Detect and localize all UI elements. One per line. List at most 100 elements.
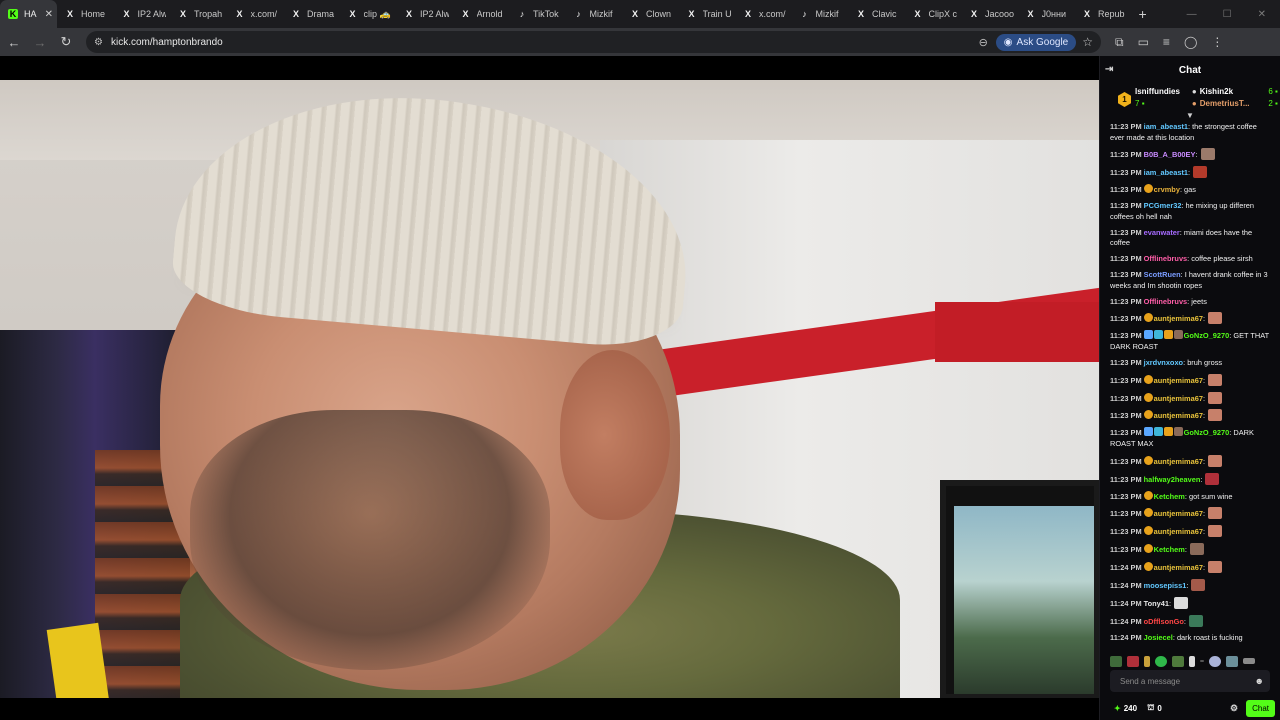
address-bar[interactable]: ⚙ kick.com/hamptonbrando ⊖ ◉ Ask Google ☆ <box>86 31 1101 53</box>
menu-icon[interactable]: ⋮ <box>1211 35 1223 50</box>
browser-tab[interactable]: X Repub <box>1074 0 1131 28</box>
forward-icon[interactable]: → <box>28 35 52 50</box>
browser-tab[interactable]: X Tropah <box>170 0 227 28</box>
close-window-icon[interactable]: ✕ <box>1258 9 1266 20</box>
browser-tab[interactable]: X Arnold <box>453 0 510 28</box>
browser-tab[interactable]: X IP2 Alw <box>396 0 453 28</box>
emote-icon[interactable] <box>1172 655 1184 667</box>
message-username[interactable]: ScottRuen <box>1144 270 1181 279</box>
message-username[interactable]: GoNzO_9270 <box>1184 428 1230 437</box>
emote-image-icon[interactable] <box>1208 312 1223 325</box>
emote-image-icon[interactable] <box>1208 507 1223 520</box>
browser-tab[interactable]: Xx.com/ <box>735 0 792 28</box>
pinned-expand-icon[interactable]: ▼ <box>1186 111 1194 120</box>
emote-icon[interactable] <box>1243 658 1255 664</box>
minimize-icon[interactable]: — <box>1187 9 1197 20</box>
message-username[interactable]: PCGmer32 <box>1144 201 1182 210</box>
browser-tab[interactable]: K HA ✕ <box>0 0 57 28</box>
emote-icon[interactable] <box>1189 655 1195 667</box>
message-username[interactable]: Ketchem <box>1154 545 1185 554</box>
message-username[interactable]: crvmby <box>1154 185 1180 194</box>
emote-image-icon[interactable] <box>1193 166 1208 179</box>
close-tab-icon[interactable]: ✕ <box>41 9 53 20</box>
browser-tab[interactable]: X Train U <box>679 0 736 28</box>
emote-icon[interactable] <box>1110 655 1122 667</box>
media-controls-icon[interactable]: ≡ <box>1163 35 1170 50</box>
message-username[interactable]: auntjemima67 <box>1154 314 1203 323</box>
video-player[interactable] <box>0 56 1099 720</box>
back-icon[interactable]: ← <box>2 35 26 50</box>
emote-image-icon[interactable] <box>1174 596 1189 609</box>
message-username[interactable]: iam_abeast1 <box>1144 168 1188 177</box>
leaderboard-first[interactable]: 1 lsniffundies 7 ▪ <box>1118 86 1180 118</box>
emote-icon[interactable] <box>1144 655 1150 667</box>
emote-icon[interactable] <box>1209 655 1221 667</box>
message-username[interactable]: evanwater <box>1144 228 1180 237</box>
leaderboard-row[interactable]: ● Kishin2k 6 ▪ <box>1192 86 1278 98</box>
emote-image-icon[interactable] <box>1208 561 1223 574</box>
message-username[interactable]: Tony41 <box>1144 599 1169 608</box>
emote-image-icon[interactable] <box>1189 543 1204 556</box>
chat-settings-icon[interactable]: ⚙ <box>1230 703 1238 714</box>
new-tab-button[interactable]: + <box>1139 6 1147 22</box>
chat-message-input[interactable]: ☻ <box>1110 670 1270 692</box>
emote-image-icon[interactable] <box>1208 409 1223 422</box>
reload-icon[interactable]: ↻ <box>54 34 78 50</box>
emote-image-icon[interactable] <box>1200 148 1215 161</box>
channel-points[interactable]: ✦ 240 <box>1114 704 1137 713</box>
send-chat-button[interactable]: Chat <box>1246 699 1275 717</box>
message-username[interactable]: auntjemima67 <box>1154 509 1203 518</box>
emote-image-icon[interactable] <box>1191 579 1206 592</box>
browser-tab[interactable]: X Clown <box>622 0 679 28</box>
cast-icon[interactable]: ▭ <box>1138 35 1149 50</box>
profile-icon[interactable]: ◯ <box>1184 35 1197 50</box>
message-username[interactable]: B0B_A_B00EY <box>1144 150 1196 159</box>
emote-icon[interactable] <box>1155 655 1167 667</box>
browser-tab[interactable]: X J0нни <box>1018 0 1075 28</box>
browser-tab[interactable]: ♪ Mizkif <box>792 0 849 28</box>
browser-tab[interactable]: Xclip 🚕 <box>340 0 397 28</box>
extensions-icon[interactable]: ⧉ <box>1115 35 1124 50</box>
message-username[interactable]: Josiecel <box>1144 633 1173 642</box>
zoom-icon[interactable]: ⊖ <box>979 36 988 49</box>
stream-video-frame[interactable] <box>0 80 1099 698</box>
ask-google-button[interactable]: ◉ Ask Google <box>995 33 1077 51</box>
message-username[interactable]: GoNzO_9270 <box>1184 331 1230 340</box>
url-text[interactable]: kick.com/hamptonbrando <box>111 37 223 48</box>
message-username[interactable]: Ketchem <box>1154 492 1185 501</box>
message-username[interactable]: oDfflsonGo <box>1144 617 1184 626</box>
site-info-icon[interactable]: ⚙ <box>94 37 103 48</box>
message-username[interactable]: jxrdvnxoxo <box>1144 358 1183 367</box>
emote-image-icon[interactable] <box>1208 525 1223 538</box>
maximize-icon[interactable]: ☐ <box>1223 9 1232 20</box>
message-username[interactable]: auntjemima67 <box>1154 411 1203 420</box>
message-username[interactable]: Offlinebruvs <box>1144 297 1188 306</box>
emote-image-icon[interactable] <box>1208 391 1223 404</box>
emoji-picker-icon[interactable]: ☻ <box>1255 676 1264 686</box>
message-username[interactable]: auntjemima67 <box>1154 457 1203 466</box>
emote-image-icon[interactable] <box>1208 373 1223 386</box>
send-message-field[interactable] <box>1120 676 1255 686</box>
message-username[interactable]: moosepiss1 <box>1144 581 1187 590</box>
browser-tab[interactable]: X Clavic <box>848 0 905 28</box>
emote-icon[interactable] <box>1127 655 1139 667</box>
message-username[interactable]: auntjemima67 <box>1154 394 1203 403</box>
browser-tab[interactable]: X Home <box>57 0 114 28</box>
message-username[interactable]: auntjemima67 <box>1154 376 1203 385</box>
emote-icon[interactable] <box>1226 655 1238 667</box>
emote-icon[interactable] <box>1200 660 1204 662</box>
browser-tab[interactable]: X IP2 Alw <box>114 0 171 28</box>
message-username[interactable]: auntjemima67 <box>1154 563 1203 572</box>
browser-tab[interactable]: X ClipX c <box>905 0 962 28</box>
message-username[interactable]: Offlinebruvs <box>1144 254 1188 263</box>
collapse-chat-icon[interactable]: ⇥ <box>1105 64 1113 75</box>
message-username[interactable]: halfway2heaven <box>1144 475 1201 484</box>
leaderboard-row[interactable]: ● DemetriusT... 2 ▪ <box>1192 98 1278 110</box>
emote-image-icon[interactable] <box>1205 472 1220 485</box>
browser-tab[interactable]: ♪ Mizkif <box>566 0 623 28</box>
message-username[interactable]: auntjemima67 <box>1154 527 1203 536</box>
emote-image-icon[interactable] <box>1208 454 1223 467</box>
browser-tab[interactable]: Xx.com/ <box>227 0 284 28</box>
browser-tab[interactable]: X Drama <box>283 0 340 28</box>
kicks-balance[interactable]: ⛫ 0 <box>1147 703 1162 713</box>
